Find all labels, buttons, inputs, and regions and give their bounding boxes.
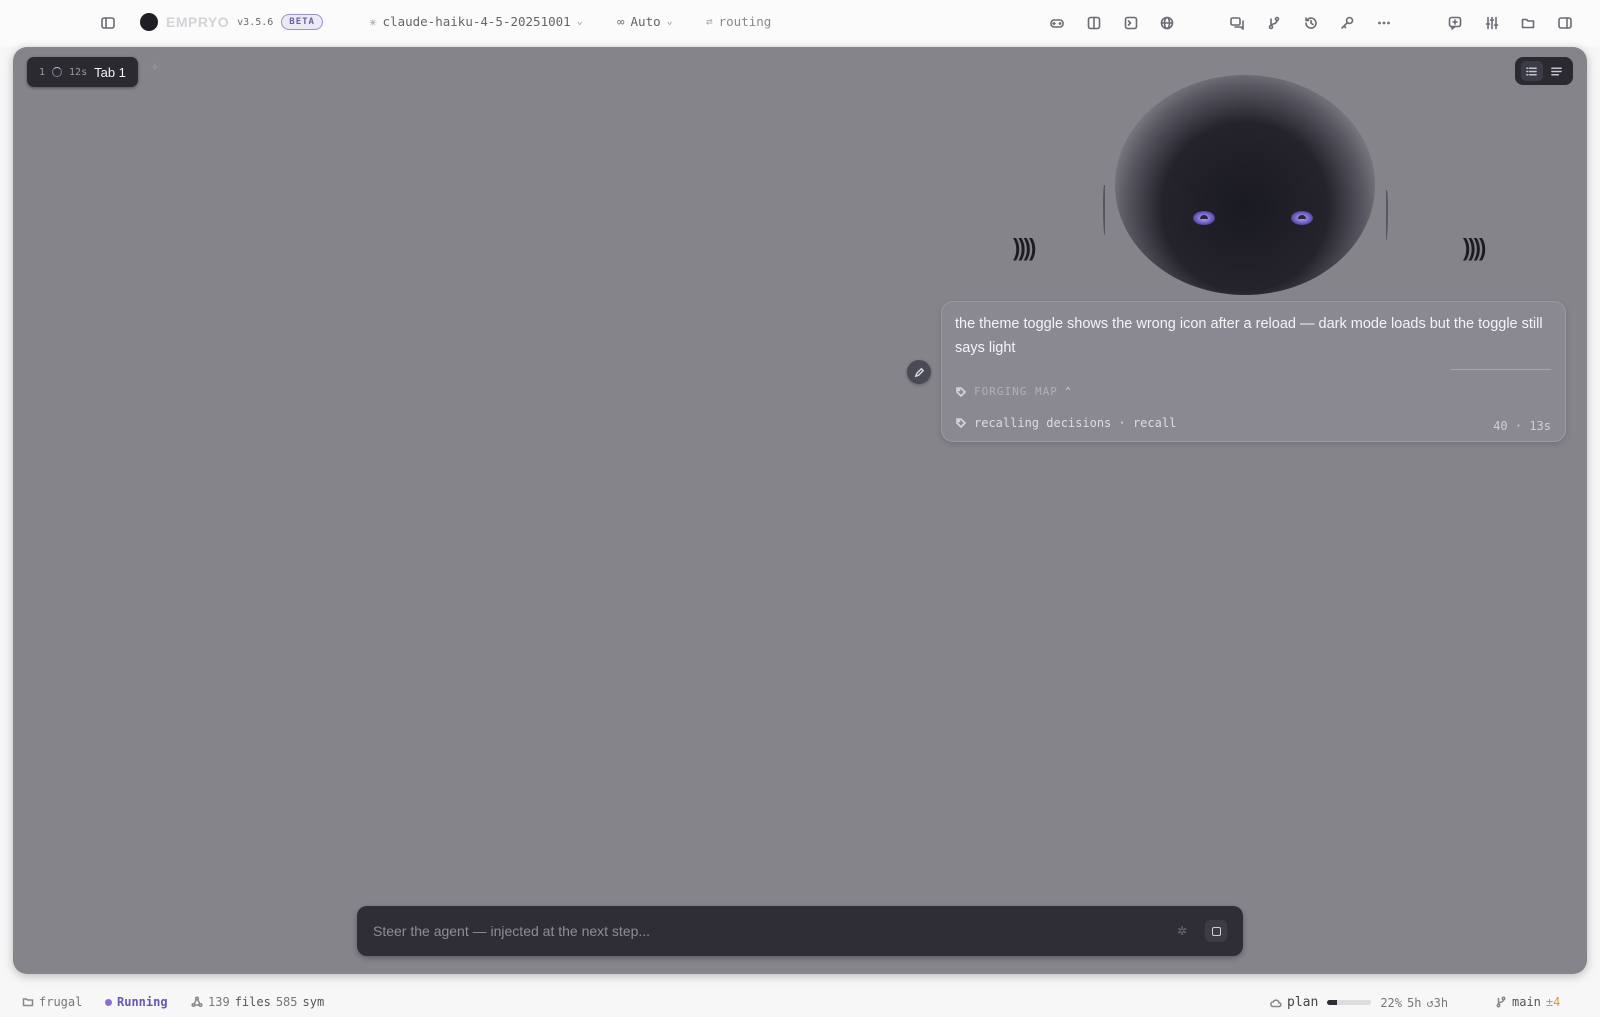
model-spark-icon: ✳ [369,14,377,29]
plan-window: 5h [1407,995,1422,1010]
cloud-icon [1270,998,1282,1007]
chevron-up-icon: ⌃ [1064,386,1071,397]
brand: EMPRYO v3.5.6 BETA [140,13,323,31]
sym-label: sym [302,995,325,1009]
git-branch-icon [1496,996,1506,1008]
version-label: v3.5.6 [237,16,274,28]
forging-map-toggle[interactable]: FORGING MAP ⌃ [955,385,1071,398]
graph-icon [191,996,203,1008]
stop-button[interactable] [1205,920,1227,942]
list-view-icon[interactable] [1520,61,1543,81]
top-bar: EMPRYO v3.5.6 BETA ✳ claude-haiku-4-5-20… [0,0,1600,46]
plan-usage-fill [1327,1000,1337,1005]
terminal-icon[interactable] [1121,13,1141,33]
chevron-down-icon: ⌄ [666,16,673,27]
plan-usage-bar [1327,1000,1372,1005]
run-status: Running [105,995,168,1009]
index-status[interactable]: 139 files 585 sym [191,995,324,1009]
add-tab-button[interactable]: + [151,59,159,74]
view-toggle [1515,57,1573,85]
chat-bubbles-icon[interactable] [1227,13,1247,33]
beta-badge: BETA [281,14,323,30]
sliders-icon[interactable] [1482,13,1502,33]
sidebar-toggle-icon[interactable] [98,13,118,33]
history-icon[interactable] [1301,13,1321,33]
compact-view-icon[interactable] [1546,61,1568,81]
spinner-icon [52,67,63,77]
infinity-icon: ∞ [617,14,625,29]
profile-label: frugal [39,995,83,1009]
run-state-label: Running [117,995,168,1009]
activity-row: recalling decisions · recall [955,416,1176,430]
user-message-text: the theme toggle shows the wrong icon af… [955,316,1543,356]
tag-icon [956,386,967,397]
plan-usage[interactable]: plan 22% 5h ↺3h [1270,995,1448,1010]
folder-icon[interactable] [1518,13,1538,33]
activity-label: recalling decisions · recall [974,416,1177,430]
edit-message-button[interactable] [907,360,931,384]
folder-icon [22,998,34,1007]
plan-label: plan [1287,995,1319,1010]
plan-percent: 22% [1380,995,1402,1010]
model-label: claude-haiku-4-5-20251001 [382,14,571,29]
status-bar: frugal Running 139 files 585 sym plan 22… [0,988,1600,1017]
forging-map-label: FORGING MAP [974,385,1058,398]
stop-icon [1211,926,1221,936]
routing-icon: ⇄ [706,15,713,28]
routing-button[interactable]: ⇄ routing [706,14,771,29]
model-selector[interactable]: ✳ claude-haiku-4-5-20251001 ⌄ [369,14,583,29]
agent-canvas: 1 12s Tab 1 + [13,47,1587,974]
sym-count: 585 [275,995,298,1009]
more-icon[interactable] [1374,13,1394,33]
tab-elapsed: 12s [69,66,88,78]
profile-status[interactable]: frugal [22,995,82,1009]
branch-delta: ±4 [1545,995,1561,1009]
files-count: 139 [208,995,230,1009]
chevron-down-icon: ⌄ [576,16,583,27]
mode-selector[interactable]: ∞ Auto ⌄ [617,14,673,29]
steer-bar: ✲ [357,906,1243,956]
files-label: files [234,995,271,1009]
branch-label: main [1512,995,1541,1009]
add-chat-icon[interactable] [1445,13,1465,33]
user-message-card: the theme toggle shows the wrong icon af… [941,301,1566,442]
steer-input[interactable] [373,923,1177,939]
mode-label: Auto [630,14,661,29]
tab-1[interactable]: 1 12s Tab 1 [27,57,138,87]
key-icon[interactable] [1337,13,1357,33]
tab-number: 1 [39,66,46,78]
pencil-icon [914,367,924,377]
brand-logo-icon [140,13,158,31]
activity-meta: 40 · 13s [1493,419,1551,433]
git-branch-icon[interactable] [1264,13,1284,33]
sparkle-icon: ✲ [1177,924,1188,938]
branch-status[interactable]: main ±4 [1495,995,1560,1009]
right-panel-toggle-icon[interactable] [1555,13,1575,33]
split-view-icon[interactable] [1084,13,1104,33]
divider [1451,369,1551,370]
routing-label: routing [718,14,772,29]
plan-reset: ↺3h [1426,995,1449,1010]
tab-label: Tab 1 [94,64,126,80]
gamepad-icon[interactable] [1047,13,1067,33]
globe-icon[interactable] [1157,13,1177,33]
tag-icon [956,418,967,429]
running-dot-icon [105,998,112,1006]
brand-name: EMPRYO [166,14,230,30]
